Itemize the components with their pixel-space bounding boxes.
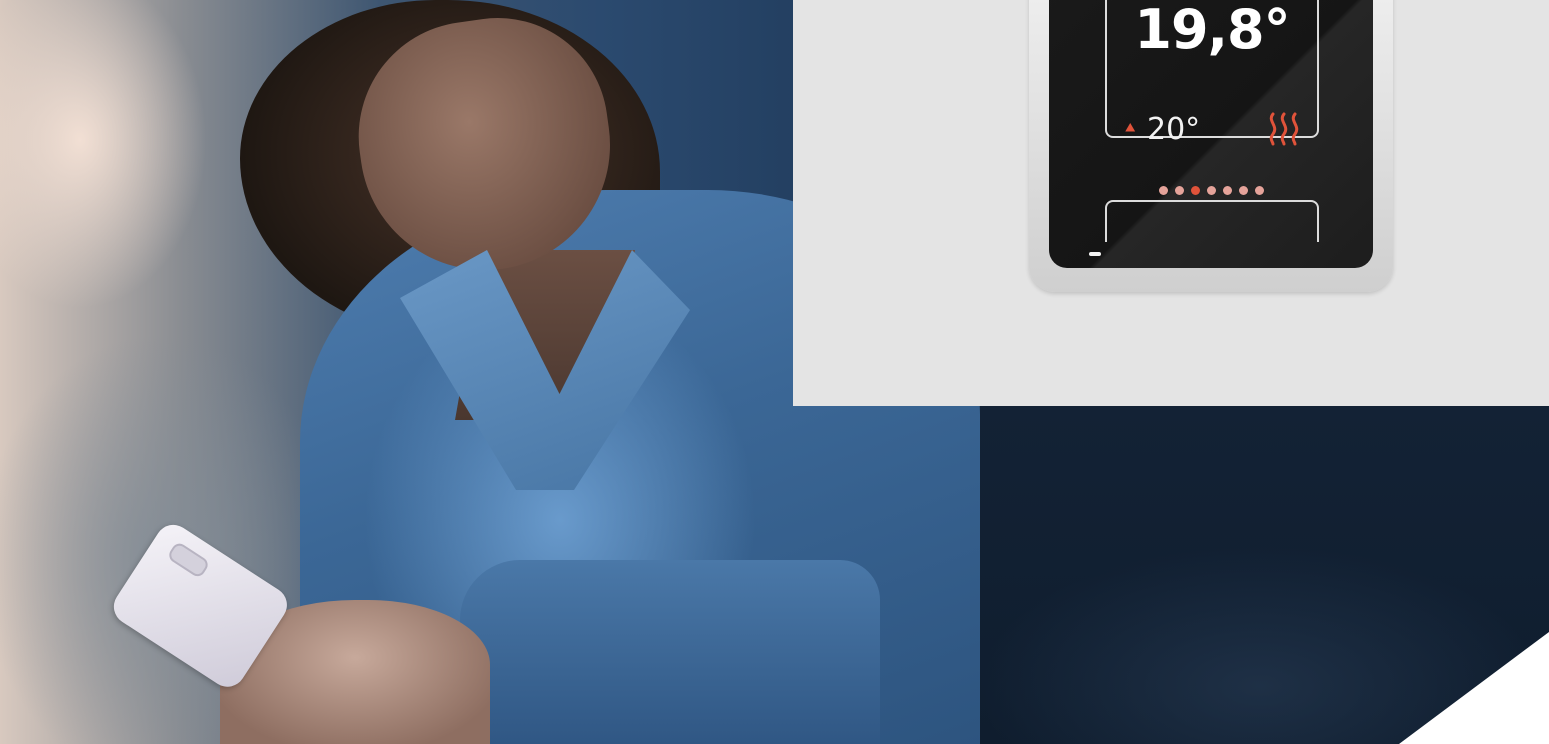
current-temperature: 19,8° [1134, 0, 1290, 61]
setpoint-row: ⯅ 20° [1123, 112, 1303, 152]
thermostat-face: 19,8° ⯅ 20° [1049, 0, 1373, 268]
indicator-dot [1174, 186, 1184, 195]
dark-bedsheet [960, 406, 1549, 744]
phone-camera-icon [166, 540, 211, 580]
thermostat-device: 19,8° ⯅ 20° [1029, 0, 1393, 292]
indicator-dot [1206, 186, 1216, 195]
indicator-dot [1238, 186, 1248, 195]
indicator-dot [1222, 186, 1232, 195]
hero-image: 19,8° ⯅ 20° [0, 0, 1549, 744]
pajama-sleeve [460, 560, 880, 744]
lower-button-frame [1105, 200, 1319, 242]
indicator-dot [1158, 186, 1168, 195]
mode-indicator-dots [1049, 186, 1373, 195]
product-inset-panel: 19,8° ⯅ 20° [793, 0, 1549, 406]
double-chevron-up-icon: ⯅ [1123, 118, 1138, 138]
heating-waves-icon [1269, 112, 1299, 146]
indicator-dot [1254, 186, 1264, 195]
status-led [1089, 252, 1101, 256]
indicator-dot [1190, 186, 1200, 195]
setpoint-temperature: 20° [1147, 112, 1201, 147]
